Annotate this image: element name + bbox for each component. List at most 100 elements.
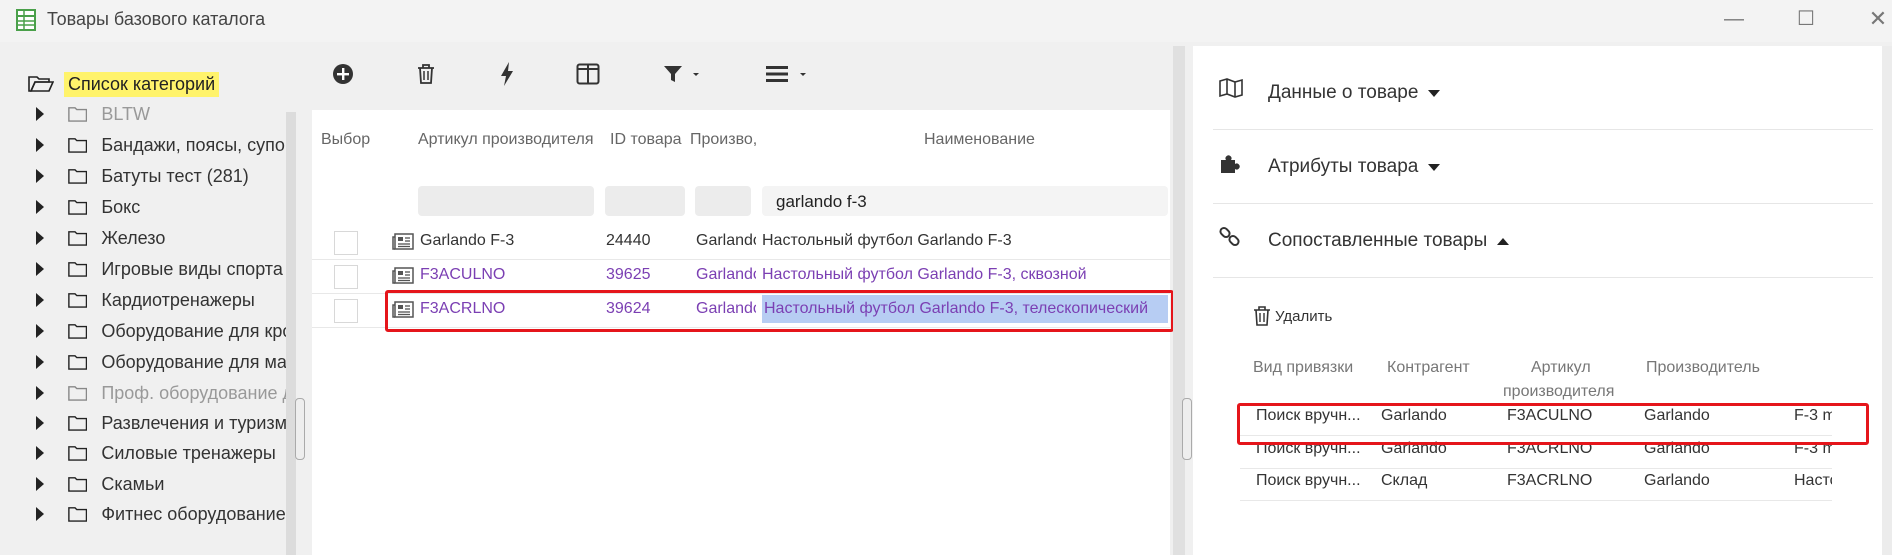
maximize-button[interactable]: ☐ bbox=[1786, 4, 1826, 34]
cell-id: 24440 bbox=[606, 232, 651, 249]
right-scrollbar[interactable] bbox=[1882, 46, 1892, 555]
col-header-name[interactable]: Наименование bbox=[924, 131, 1035, 149]
products-grid bbox=[312, 110, 1170, 555]
chevron-down-icon bbox=[693, 73, 699, 76]
filter-id-input[interactable] bbox=[605, 186, 685, 216]
folder-icon bbox=[68, 200, 88, 215]
minimize-button[interactable]: — bbox=[1714, 4, 1754, 34]
divider bbox=[1213, 277, 1873, 278]
expand-caret-icon[interactable] bbox=[36, 324, 44, 338]
tree-item[interactable]: Развлечения и туризм bbox=[36, 408, 286, 438]
panel-splitter[interactable] bbox=[1173, 46, 1185, 555]
tree-root[interactable]: Список категорий bbox=[28, 69, 220, 99]
title-bar: Товары базового каталога — ☐ ✕ bbox=[0, 0, 1892, 42]
columns-button[interactable] bbox=[576, 54, 600, 94]
tree-item[interactable]: Оборудование для мас bbox=[36, 347, 286, 377]
newspaper-icon[interactable] bbox=[392, 233, 414, 251]
expand-caret-icon[interactable] bbox=[36, 169, 44, 183]
expand-caret-icon[interactable] bbox=[36, 477, 44, 491]
filter-manufacturer-input[interactable] bbox=[695, 186, 751, 216]
expand-caret-icon[interactable] bbox=[36, 138, 44, 152]
tree-item[interactable]: Силовые тренажеры bbox=[36, 438, 286, 468]
expand-caret-icon[interactable] bbox=[36, 446, 44, 460]
folder-icon bbox=[68, 138, 88, 153]
splitter-handle-left[interactable] bbox=[295, 398, 305, 460]
section-product-data[interactable]: Данные о товаре bbox=[1268, 82, 1441, 104]
col-header-article-line1[interactable]: Артикул bbox=[1531, 359, 1591, 377]
tree-item-label: BLTW bbox=[101, 103, 151, 124]
expand-caret-icon[interactable] bbox=[36, 200, 44, 214]
tree-item[interactable]: Бандажи, поясы, супорт bbox=[36, 130, 286, 160]
expand-caret-icon[interactable] bbox=[36, 355, 44, 369]
expand-caret-icon[interactable] bbox=[36, 507, 44, 521]
menu-icon bbox=[766, 66, 788, 82]
expand-caret-icon[interactable] bbox=[36, 107, 44, 121]
col-header-select[interactable]: Выбор bbox=[321, 131, 370, 149]
newspaper-icon[interactable] bbox=[392, 267, 414, 285]
add-icon bbox=[333, 64, 353, 84]
tree-item[interactable]: Оборудование для кро bbox=[36, 316, 286, 346]
filter-icon bbox=[664, 66, 682, 82]
tree-item-label: Фитнес оборудование bbox=[101, 503, 286, 524]
tree-item[interactable]: Железо bbox=[36, 223, 286, 253]
tree-scrollbar[interactable] bbox=[286, 112, 296, 555]
tree-item-label: Оборудование для кро bbox=[101, 320, 286, 341]
row-checkbox[interactable] bbox=[334, 231, 358, 255]
cell-article: F3ACRLNO bbox=[1507, 472, 1593, 489]
cell-manufacturer: Garlando bbox=[1644, 472, 1710, 489]
row-checkbox[interactable] bbox=[334, 265, 358, 289]
expand-caret-icon[interactable] bbox=[36, 231, 44, 245]
section-matched-products[interactable]: Сопоставленные товары bbox=[1268, 230, 1510, 252]
col-header-manufacturer[interactable]: Произво, bbox=[690, 131, 757, 149]
map-icon bbox=[1219, 78, 1243, 98]
link-icon bbox=[1219, 226, 1240, 247]
tree-item[interactable]: BLTW bbox=[36, 99, 286, 129]
delete-button[interactable] bbox=[416, 54, 436, 94]
tree-item-label: Бандажи, поясы, супорт bbox=[101, 134, 286, 155]
chevron-down-icon bbox=[800, 73, 806, 76]
menu-button[interactable] bbox=[766, 54, 808, 94]
cell-binding: Поиск вручн... bbox=[1256, 472, 1361, 489]
col-header-id[interactable]: ID товара bbox=[610, 131, 682, 149]
close-button[interactable]: ✕ bbox=[1858, 4, 1892, 34]
tree-item[interactable]: Игровые виды спорта bbox=[36, 254, 286, 284]
highlight-selected-row bbox=[385, 290, 1174, 332]
add-button[interactable] bbox=[332, 54, 354, 94]
folder-icon bbox=[68, 477, 88, 492]
expand-caret-icon[interactable] bbox=[36, 386, 44, 400]
filter-button[interactable] bbox=[663, 54, 701, 94]
category-tree: Список категорий BLTW Бандажи, поясы, суп… bbox=[0, 42, 296, 555]
tree-item-label: Скамьи bbox=[101, 473, 165, 494]
expand-caret-icon[interactable] bbox=[36, 416, 44, 430]
tree-item[interactable]: Бокс bbox=[36, 192, 286, 222]
action-button[interactable] bbox=[500, 54, 514, 94]
splitter-handle-right[interactable] bbox=[1182, 398, 1192, 460]
tree-root-label: Список категорий bbox=[64, 71, 220, 97]
col-header-article-line2[interactable]: производителя bbox=[1503, 383, 1614, 401]
tree-item-label: Развлечения и туризм bbox=[101, 412, 286, 433]
col-header-binding[interactable]: Вид привязки bbox=[1253, 359, 1353, 377]
caret-down-icon bbox=[1428, 89, 1441, 97]
delete-link-button[interactable]: Удалить bbox=[1253, 306, 1332, 326]
cell-extra: Насто bbox=[1794, 472, 1832, 489]
folder-icon bbox=[68, 293, 88, 308]
col-header-article[interactable]: Артикул производителя bbox=[418, 131, 593, 149]
tree-item[interactable]: Кардиотренажеры bbox=[36, 285, 286, 315]
tree-item[interactable]: Проф. оборудование д bbox=[36, 378, 286, 408]
expand-caret-icon[interactable] bbox=[36, 262, 44, 276]
filter-article-input[interactable] bbox=[418, 186, 594, 216]
section-attributes[interactable]: Атрибуты товара bbox=[1268, 156, 1441, 178]
cell-id: 39625 bbox=[606, 266, 651, 283]
spreadsheet-icon bbox=[16, 9, 36, 31]
tree-item[interactable]: Батуты тест (281) bbox=[36, 161, 286, 191]
tree-item[interactable]: Скамьи bbox=[36, 469, 286, 499]
cell-name: Настольный футбол Garlando F-3, сквозной bbox=[762, 266, 1087, 283]
tree-item-label: Игровые виды спорта bbox=[101, 258, 283, 279]
col-header-manufacturer[interactable]: Производитель bbox=[1646, 359, 1760, 377]
folder-icon bbox=[68, 416, 88, 431]
tree-item[interactable]: Фитнес оборудование bbox=[36, 499, 286, 529]
expand-caret-icon[interactable] bbox=[36, 293, 44, 307]
cell-article: F3ACULNO bbox=[420, 266, 506, 283]
col-header-counterparty[interactable]: Контрагент bbox=[1387, 359, 1470, 377]
row-checkbox[interactable] bbox=[334, 299, 358, 323]
